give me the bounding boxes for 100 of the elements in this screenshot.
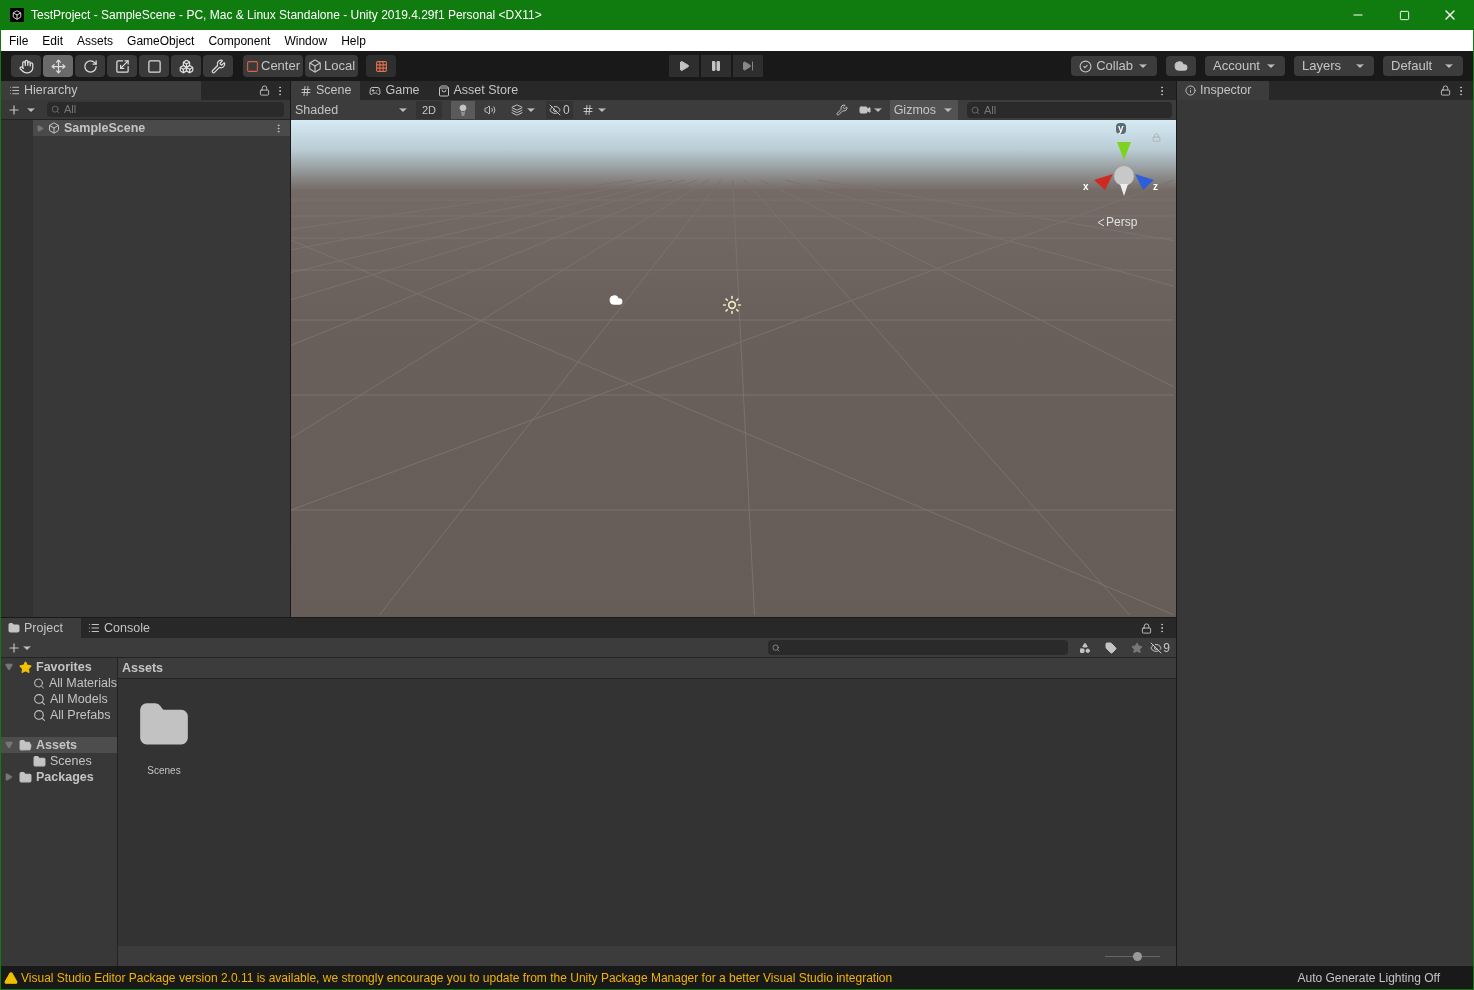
- scene-row[interactable]: SampleScene: [33, 120, 290, 136]
- window-title: TestProject - SampleScene - PC, Mac & Linux Standalone - Unity 2019.4.29f1 Personal <DX11>: [31, 7, 543, 24]
- tree-label: All Models: [50, 690, 108, 708]
- search-field[interactable]: [768, 640, 1069, 655]
- folder-icon: [19, 770, 32, 784]
- warning-icon: [4, 970, 18, 985]
- tree-label: All Prefabs: [50, 706, 111, 724]
- menu-item[interactable]: Edit: [42, 31, 64, 50]
- menu-item[interactable]: Window: [284, 31, 328, 50]
- view-tab[interactable]: Scene: [291, 81, 361, 100]
- menu-item[interactable]: File: [9, 31, 29, 50]
- breadcrumb[interactable]: Assets: [122, 658, 163, 678]
- pivot-icon: [246, 59, 259, 73]
- projection-label[interactable]: Persp: [1106, 213, 1138, 231]
- pause-button[interactable]: [701, 55, 731, 77]
- panel-tab[interactable]: Project: [1, 618, 81, 638]
- axis-label: z: [1153, 180, 1158, 194]
- pivot-button[interactable]: Center: [243, 55, 304, 77]
- tree-item[interactable]: Scenes: [1, 753, 117, 769]
- grid-icon: [581, 104, 594, 116]
- list-icon: [9, 85, 20, 96]
- hand-icon: [18, 58, 34, 74]
- gamepad-icon: [369, 84, 382, 97]
- shading-dropdown[interactable]: Shaded: [291, 100, 413, 120]
- tool-button[interactable]: [43, 55, 73, 77]
- chevron-left-icon: [1097, 217, 1105, 227]
- lock-icon[interactable]: [1440, 85, 1451, 96]
- search-icon: [33, 692, 46, 706]
- tag-icon: [1105, 641, 1118, 654]
- tree-label: Packages: [36, 768, 94, 786]
- layers-icon: [511, 104, 524, 116]
- collab-button[interactable]: Collab: [1071, 56, 1157, 76]
- tree-item[interactable]: Packages: [1, 769, 117, 785]
- add-icon[interactable]: [7, 640, 21, 655]
- cloud-button[interactable]: [1166, 56, 1196, 76]
- tree-label: Favorites: [36, 658, 92, 676]
- expand-arrow-icon[interactable]: [5, 773, 15, 781]
- menu-item[interactable]: Component: [208, 31, 271, 50]
- dropdown-button[interactable]: Default: [1383, 56, 1463, 76]
- tree-item[interactable]: All Models: [1, 691, 117, 707]
- tool-button[interactable]: [75, 55, 105, 77]
- asset-label[interactable]: Scenes: [147, 763, 181, 778]
- pivot-button[interactable]: Local: [305, 55, 359, 77]
- cloud-icon: [1174, 59, 1188, 73]
- axis-label: y: [1116, 123, 1126, 134]
- bag-icon: [437, 84, 450, 97]
- step-button[interactable]: [733, 55, 763, 77]
- tools-icon: [210, 58, 226, 74]
- tree-item[interactable]: All Materials: [1, 675, 117, 691]
- folder-icon: [8, 622, 20, 634]
- light-gizmo-icon: [722, 295, 742, 315]
- tool-button[interactable]: [11, 55, 41, 77]
- tree-item[interactable]: All Prefabs: [1, 707, 117, 723]
- inspector-tab[interactable]: Inspector: [1177, 81, 1269, 100]
- pause-icon: [710, 60, 722, 72]
- tree-item[interactable]: Assets: [1, 737, 117, 753]
- list-icon: [88, 622, 100, 634]
- cube-icon: [308, 59, 323, 73]
- view-tab[interactable]: Asset Store: [428, 81, 528, 100]
- scene-viewport[interactable]: y x z Persp: [291, 120, 1176, 617]
- add-icon[interactable]: [7, 102, 21, 117]
- expand-arrow-icon[interactable]: [5, 663, 15, 671]
- play-icon: [678, 60, 690, 72]
- menu-item[interactable]: Assets: [77, 31, 114, 50]
- star-icon: [1131, 641, 1144, 654]
- snap-button[interactable]: [366, 55, 397, 77]
- tool-button[interactable]: [107, 55, 137, 77]
- tree-item[interactable]: Favorites: [1, 659, 117, 675]
- panel-tab[interactable]: Console: [81, 618, 161, 638]
- lighting-status[interactable]: Auto Generate Lighting Off: [1297, 968, 1440, 987]
- play-button[interactable]: [669, 55, 699, 77]
- view-tab[interactable]: Game: [360, 81, 429, 100]
- dropdown-button[interactable]: Account: [1205, 56, 1285, 76]
- tool-button[interactable]: [171, 55, 201, 77]
- lightbulb-icon: [457, 104, 470, 116]
- lighting-toggle[interactable]: [451, 101, 476, 119]
- camera-icon: [859, 104, 872, 116]
- eye-off-icon: [549, 104, 562, 116]
- grid-snap-icon: [374, 59, 388, 73]
- hierarchy-tab[interactable]: Hierarchy: [1, 81, 201, 100]
- maximize-icon: [1398, 9, 1410, 21]
- tool-button[interactable]: [139, 55, 169, 77]
- 2d-toggle[interactable]: 2D: [416, 101, 443, 119]
- hidden-objects-toggle[interactable]: 0: [546, 101, 573, 119]
- camera-gizmo-icon: [609, 293, 623, 307]
- lock-icon[interactable]: [259, 85, 270, 96]
- scale-icon: [114, 58, 130, 74]
- hidden-packages-button[interactable]: 9: [1150, 638, 1170, 657]
- star-icon: [19, 660, 32, 674]
- menu-item[interactable]: GameObject: [127, 31, 195, 50]
- dropdown-button[interactable]: Layers: [1294, 56, 1374, 76]
- scene-name: SampleScene: [64, 119, 146, 137]
- slider-thumb[interactable]: [1132, 951, 1142, 961]
- gizmos-dropdown[interactable]: Gizmos: [889, 100, 958, 120]
- lock-icon[interactable]: [1141, 622, 1152, 634]
- tools-icon: [835, 104, 848, 116]
- menu-item[interactable]: Help: [341, 31, 366, 50]
- transform-icon: [178, 58, 194, 74]
- tool-button[interactable]: [203, 55, 233, 77]
- move-arrows-icon: [50, 58, 66, 74]
